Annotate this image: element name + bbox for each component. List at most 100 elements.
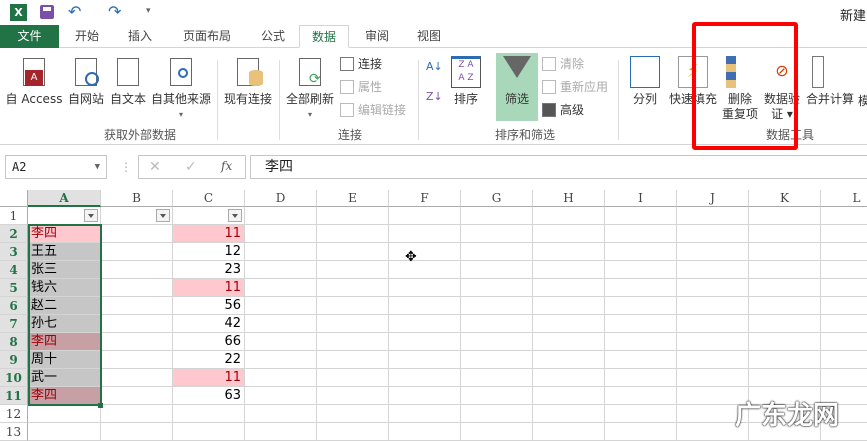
cell[interactable]: [605, 369, 677, 387]
cell-B13[interactable]: [101, 423, 173, 441]
cell[interactable]: [677, 351, 749, 369]
cell[interactable]: [317, 333, 389, 351]
cell[interactable]: [749, 351, 821, 369]
cell[interactable]: [677, 315, 749, 333]
existing-connections-button[interactable]: 现有连接: [222, 56, 274, 107]
cell-C7[interactable]: 42: [173, 315, 245, 333]
cell[interactable]: [317, 315, 389, 333]
cell[interactable]: [317, 225, 389, 243]
cell[interactable]: [533, 333, 605, 351]
cell-B4[interactable]: [101, 261, 173, 279]
cell-B10[interactable]: [101, 369, 173, 387]
cell-C2[interactable]: 11: [173, 225, 245, 243]
cell[interactable]: [245, 423, 317, 441]
cell-C9[interactable]: 22: [173, 351, 245, 369]
cell[interactable]: [245, 297, 317, 315]
tab-file[interactable]: 文件: [0, 25, 59, 48]
cell[interactable]: [677, 279, 749, 297]
cell[interactable]: [461, 351, 533, 369]
consolidate-button[interactable]: 合并计算: [804, 56, 856, 107]
cell[interactable]: [677, 225, 749, 243]
cell[interactable]: [605, 225, 677, 243]
row-header[interactable]: 4: [0, 261, 28, 279]
row-header[interactable]: 12: [0, 405, 28, 423]
name-box[interactable]: A2 ▼: [5, 155, 107, 179]
cell[interactable]: [533, 207, 605, 225]
row-header[interactable]: 9: [0, 351, 28, 369]
cell[interactable]: [389, 261, 461, 279]
cell[interactable]: [389, 333, 461, 351]
cell-B8[interactable]: [101, 333, 173, 351]
cell-C6[interactable]: 56: [173, 297, 245, 315]
cell[interactable]: [749, 243, 821, 261]
cell[interactable]: [461, 423, 533, 441]
cell[interactable]: [389, 207, 461, 225]
cell[interactable]: [461, 315, 533, 333]
cell[interactable]: [533, 405, 605, 423]
cell[interactable]: [605, 243, 677, 261]
cell-C11[interactable]: 63: [173, 387, 245, 405]
cell[interactable]: [605, 405, 677, 423]
what-if-button[interactable]: 模: [857, 94, 867, 109]
sort-button[interactable]: Z AA Z 排序: [448, 56, 484, 107]
cancel-icon[interactable]: ✕: [149, 159, 161, 175]
cell[interactable]: [389, 369, 461, 387]
cell[interactable]: [461, 369, 533, 387]
customize-qat-icon[interactable]: ▾: [146, 6, 151, 16]
cell[interactable]: [605, 387, 677, 405]
cell[interactable]: [605, 207, 677, 225]
cell[interactable]: [461, 333, 533, 351]
cell[interactable]: [389, 351, 461, 369]
fill-handle[interactable]: [98, 403, 103, 408]
column-header-H[interactable]: H: [533, 190, 605, 207]
row-header[interactable]: 3: [0, 243, 28, 261]
cell[interactable]: [317, 261, 389, 279]
cell-A13[interactable]: [28, 423, 101, 441]
cell[interactable]: [317, 297, 389, 315]
cell[interactable]: [317, 351, 389, 369]
cell[interactable]: [461, 297, 533, 315]
cell[interactable]: [533, 261, 605, 279]
from-text-button[interactable]: 自文本: [108, 56, 148, 107]
cell[interactable]: [245, 369, 317, 387]
cell[interactable]: [749, 315, 821, 333]
cell[interactable]: [749, 207, 821, 225]
cell[interactable]: [533, 297, 605, 315]
cell-B11[interactable]: [101, 387, 173, 405]
cell[interactable]: [605, 315, 677, 333]
cell[interactable]: [533, 351, 605, 369]
cell[interactable]: [317, 207, 389, 225]
reapply-button[interactable]: 重新应用: [542, 77, 608, 97]
cell[interactable]: [605, 261, 677, 279]
cell[interactable]: [605, 351, 677, 369]
cell[interactable]: [533, 387, 605, 405]
cell[interactable]: [677, 243, 749, 261]
cell[interactable]: [317, 369, 389, 387]
cell[interactable]: [749, 369, 821, 387]
cell[interactable]: [821, 333, 867, 351]
row-header[interactable]: 1: [0, 207, 28, 225]
cell[interactable]: [389, 279, 461, 297]
cell[interactable]: [677, 261, 749, 279]
cell[interactable]: [821, 351, 867, 369]
cell[interactable]: [461, 207, 533, 225]
refresh-all-button[interactable]: ⟳ 全部刷新 ▾: [284, 56, 336, 122]
cell[interactable]: [749, 261, 821, 279]
properties-button[interactable]: 属性: [340, 77, 382, 97]
column-header-K[interactable]: K: [749, 190, 821, 207]
filter-button[interactable]: 筛选: [496, 53, 538, 121]
cell[interactable]: [677, 207, 749, 225]
cell[interactable]: [533, 225, 605, 243]
cell-B3[interactable]: [101, 243, 173, 261]
cell-B9[interactable]: [101, 351, 173, 369]
from-other-sources-button[interactable]: 自其他来源 ▾: [150, 56, 212, 122]
cell-B2[interactable]: [101, 225, 173, 243]
enter-icon[interactable]: ✓: [185, 159, 197, 175]
cell[interactable]: [389, 315, 461, 333]
row-header[interactable]: 13: [0, 423, 28, 441]
column-header-B[interactable]: B: [101, 190, 173, 207]
cell[interactable]: [821, 261, 867, 279]
cell[interactable]: [389, 225, 461, 243]
column-header-J[interactable]: J: [677, 190, 749, 207]
cell[interactable]: [245, 351, 317, 369]
